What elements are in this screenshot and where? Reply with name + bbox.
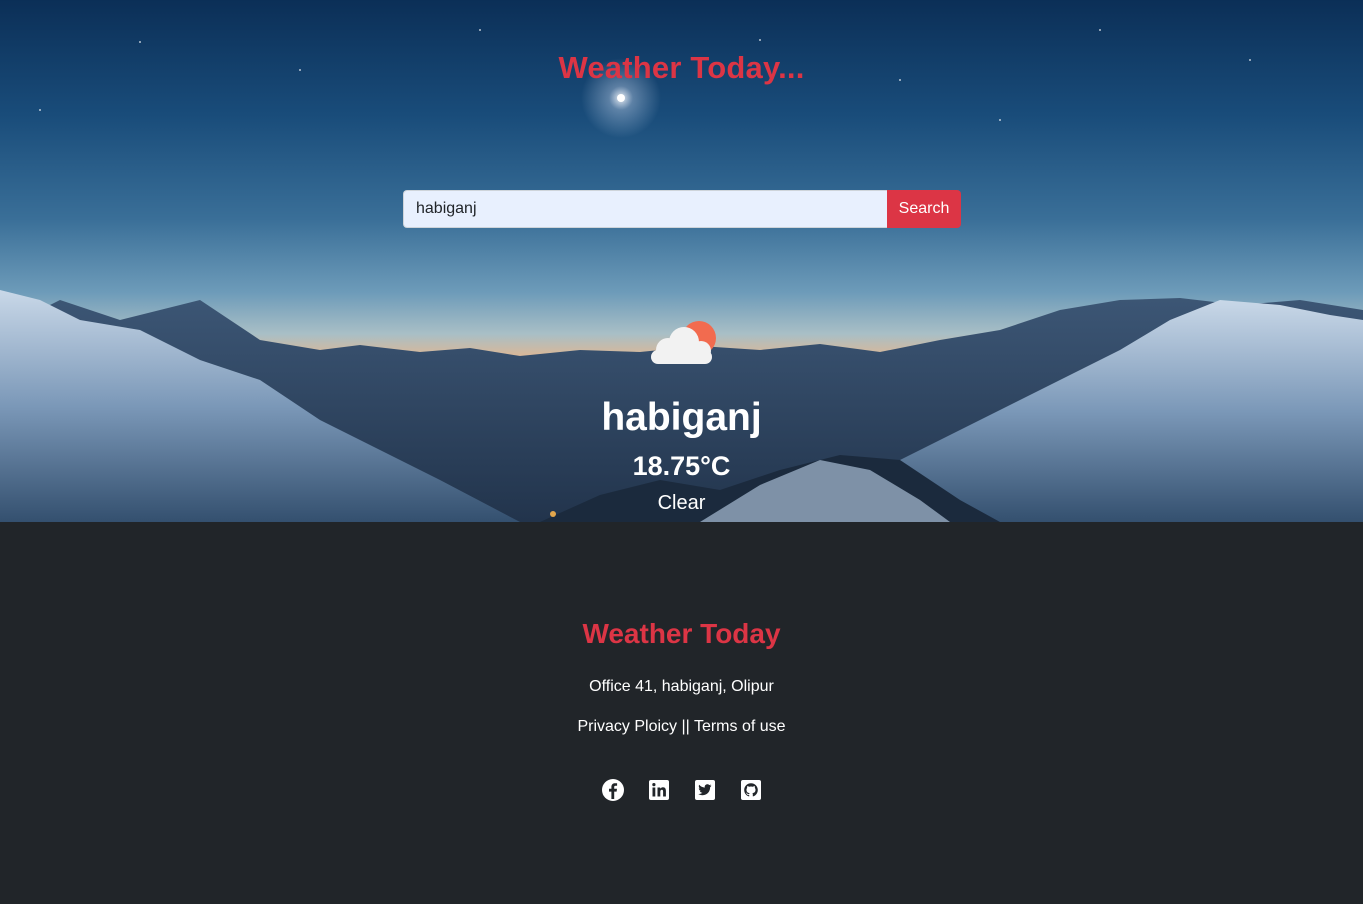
search-form: Search [403, 190, 961, 228]
search-button[interactable]: Search [887, 190, 961, 228]
twitter-icon [695, 780, 715, 800]
social-links [601, 778, 763, 804]
temperature: 18.75°C [632, 451, 731, 481]
facebook-icon [602, 779, 624, 801]
facebook-link[interactable] [601, 778, 625, 804]
footer-links: Privacy Ploicy || Terms of use [0, 718, 1363, 736]
footer-title: Weather Today [582, 618, 781, 649]
link-separator: || [681, 718, 690, 735]
github-link[interactable] [739, 778, 763, 804]
search-input[interactable] [403, 190, 887, 228]
twitter-link[interactable] [693, 778, 717, 804]
terms-of-use-link[interactable]: Terms of use [694, 718, 786, 735]
city-name: habiganj [601, 396, 762, 439]
linkedin-icon [649, 780, 669, 800]
footer-address: Office 41, habiganj, Olipur [589, 678, 774, 695]
hero-section: Weather Today... Search habiganj 18.75°C… [0, 0, 1363, 522]
github-icon [741, 780, 761, 800]
weather-condition: Clear [657, 492, 706, 514]
linkedin-link[interactable] [647, 778, 671, 804]
partly-cloudy-icon [651, 321, 716, 364]
footer: Weather Today Office 41, habiganj, Olipu… [0, 522, 1363, 904]
privacy-policy-link[interactable]: Privacy Ploicy [577, 718, 677, 735]
site-title: Weather Today... [558, 50, 805, 85]
